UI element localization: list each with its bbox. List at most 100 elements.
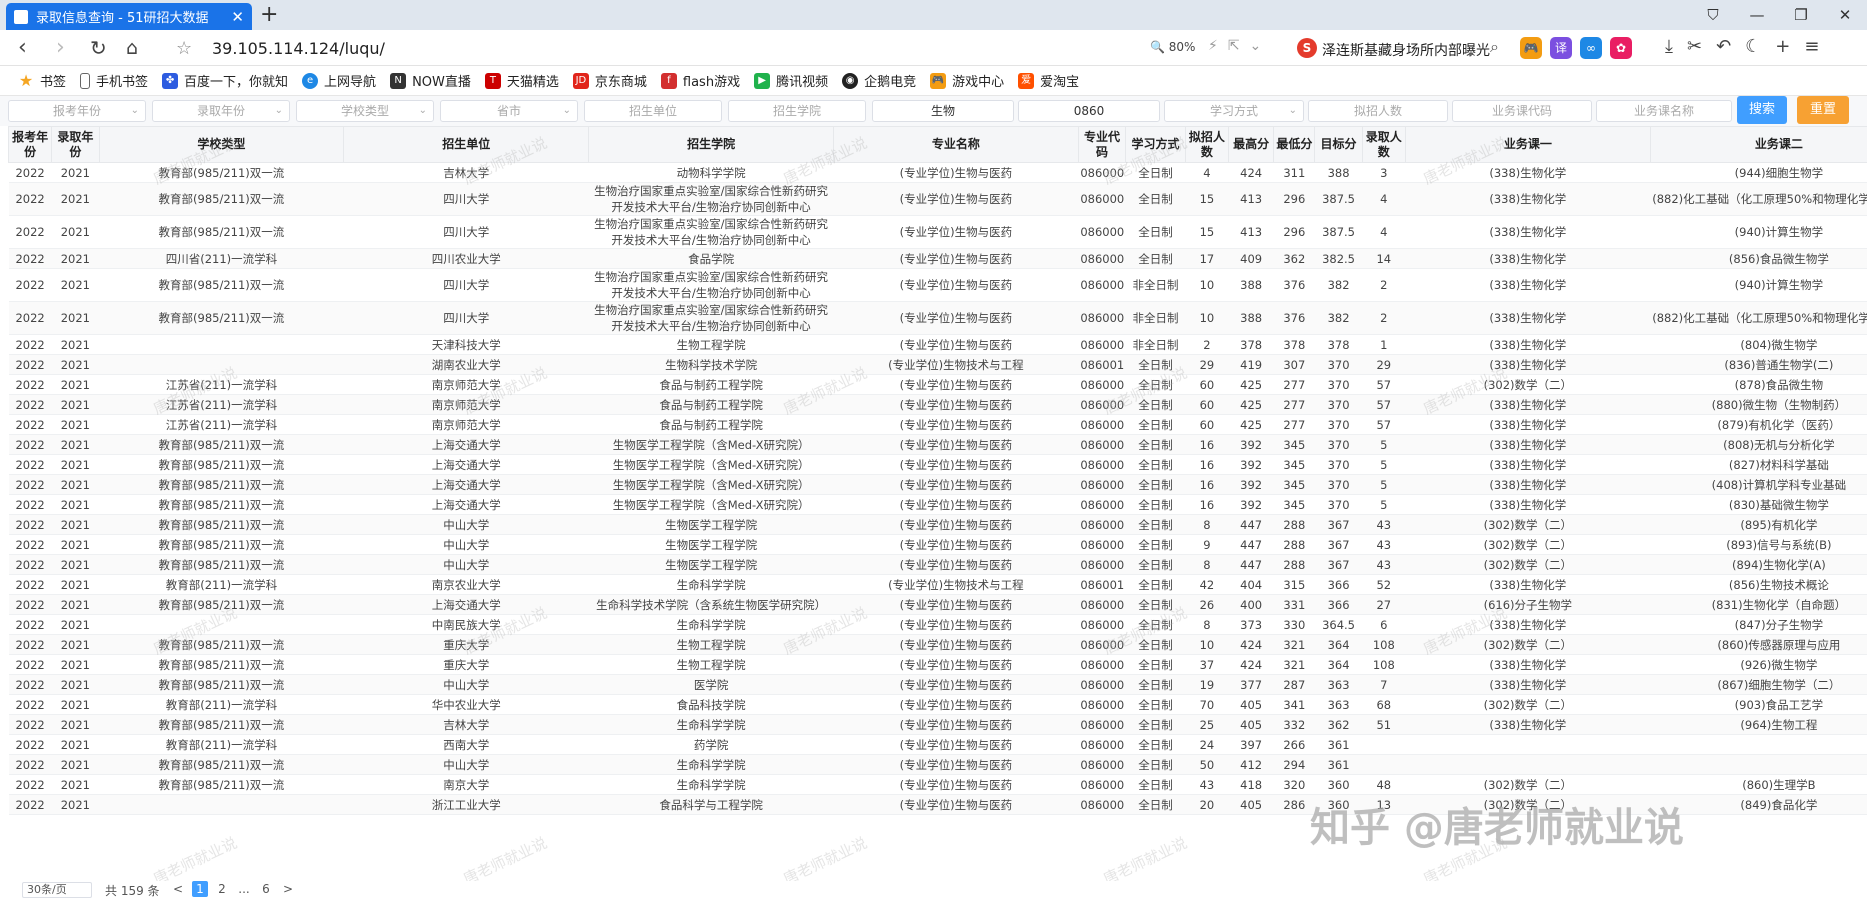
table-row[interactable]: 20222021江苏省(211)一流学科南京师范大学食品与制药工程学院(专业学位… bbox=[9, 375, 1867, 395]
page-size-select[interactable]: 30条/页 bbox=[22, 882, 92, 898]
table-row[interactable]: 20222021教育部(985/211)双一流四川大学生物治疗国家重点实验室/国… bbox=[9, 183, 1867, 216]
bookmark-item[interactable]: JD京东商城 bbox=[573, 71, 647, 90]
column-header[interactable]: 专业代码 bbox=[1078, 127, 1125, 163]
bookmark-item[interactable]: T天猫精选 bbox=[485, 71, 559, 90]
table-row[interactable]: 20222021教育部(985/211)双一流上海交通大学生物医学工程学院（含M… bbox=[9, 475, 1867, 495]
scissors-icon[interactable]: ✂ bbox=[1687, 36, 1702, 57]
tab-active[interactable]: 录取信息查询 - 51研招大数据 ✕ bbox=[6, 3, 252, 30]
reset-button[interactable]: 重置 bbox=[1797, 96, 1849, 124]
table-row[interactable]: 20222021教育部(985/211)双一流四川大学生物治疗国家重点实验室/国… bbox=[9, 269, 1867, 302]
table-row[interactable]: 20222021教育部(985/211)双一流中山大学生物医学工程学院(专业学位… bbox=[9, 535, 1867, 555]
bookmark-star-icon[interactable]: ☆ bbox=[176, 38, 192, 59]
bookmark-item[interactable]: ★书签 bbox=[18, 71, 66, 90]
reload-icon[interactable]: ↻ bbox=[90, 35, 107, 61]
table-row[interactable]: 20222021教育部(985/211)双一流上海交通大学生命科学技术学院（含系… bbox=[9, 595, 1867, 615]
table-row[interactable]: 20222021教育部(985/211)双一流重庆大学生物工程学院(专业学位)生… bbox=[9, 655, 1867, 675]
page-item[interactable]: 2 bbox=[214, 881, 230, 897]
page-item[interactable]: 6 bbox=[258, 881, 274, 897]
menu-icon[interactable]: ≡ bbox=[1804, 36, 1819, 57]
column-header[interactable]: 最低分 bbox=[1274, 127, 1315, 163]
table-row[interactable]: 20222021教育部(985/211)双一流吉林大学生命科学学院(专业学位)生… bbox=[9, 715, 1867, 735]
moon-icon[interactable]: ☾ bbox=[1745, 36, 1761, 57]
table-row[interactable]: 20222021教育部(985/211)双一流吉林大学动物科学学院(专业学位)生… bbox=[9, 163, 1867, 183]
add-icon[interactable]: + bbox=[1775, 36, 1790, 57]
bookmark-item[interactable]: ▶腾讯视频 bbox=[754, 71, 828, 90]
school-type-select[interactable]: 学校类型⌄ bbox=[296, 100, 434, 122]
table-row[interactable]: 20222021教育部(985/211)双一流中山大学生物医学工程学院(专业学位… bbox=[9, 555, 1867, 575]
bookmark-item[interactable]: 手机书签 bbox=[80, 71, 148, 90]
news-ticker[interactable]: 泽连斯基藏身场所内部曝光 bbox=[1322, 40, 1490, 60]
close-window-icon[interactable]: ✕ bbox=[1823, 0, 1867, 30]
table-row[interactable]: 20222021教育部(985/211)双一流中山大学医学院(专业学位)生物与医… bbox=[9, 675, 1867, 695]
table-row[interactable]: 20222021教育部(985/211)双一流上海交通大学生物医学工程学院（含M… bbox=[9, 455, 1867, 475]
province-select[interactable]: 省市⌄ bbox=[440, 100, 578, 122]
column-header[interactable]: 业务课二 bbox=[1650, 127, 1867, 163]
page-item[interactable]: ... bbox=[236, 881, 252, 897]
url-field[interactable]: 39.105.114.124/luqu/ bbox=[212, 39, 385, 58]
table-row[interactable]: 20222021教育部(985/211)双一流四川大学生物治疗国家重点实验室/国… bbox=[9, 216, 1867, 249]
column-header[interactable]: 最高分 bbox=[1229, 127, 1274, 163]
zoom-level[interactable]: 🔍 80% bbox=[1150, 40, 1195, 54]
table-row[interactable]: 20222021江苏省(211)一流学科南京师范大学食品与制药工程学院(专业学位… bbox=[9, 395, 1867, 415]
column-header[interactable]: 拟招人数 bbox=[1185, 127, 1228, 163]
column-header[interactable]: 招生学院 bbox=[589, 127, 834, 163]
bookmark-item[interactable]: NNOW直播 bbox=[390, 71, 471, 90]
close-tab-icon[interactable]: ✕ bbox=[231, 8, 244, 26]
bookmark-item[interactable]: ✤百度一下，你就知 bbox=[162, 71, 288, 90]
column-header[interactable]: 学校类型 bbox=[99, 127, 344, 163]
search-engine-icon[interactable]: S bbox=[1297, 38, 1317, 58]
study-mode-select[interactable]: 学习方式⌄ bbox=[1164, 100, 1304, 122]
bookmark-item[interactable]: e上网导航 bbox=[302, 71, 376, 90]
page-action-icons[interactable]: ⚡⇱⌄ bbox=[1208, 38, 1271, 54]
column-header[interactable]: 录取人数 bbox=[1362, 127, 1405, 163]
table-row[interactable]: 20222021中南民族大学生命科学学院(专业学位)生物与医药086000全日制… bbox=[9, 615, 1867, 635]
table-row[interactable]: 20222021教育部(211)一流学科华中农业大学食品科技学院(专业学位)生物… bbox=[9, 695, 1867, 715]
column-header[interactable]: 学习方式 bbox=[1126, 127, 1186, 163]
restore-icon[interactable]: ❐ bbox=[1779, 0, 1823, 30]
table-row[interactable]: 20222021湖南农业大学生物科学技术学院(专业学位)生物技术与工程08600… bbox=[9, 355, 1867, 375]
bookmark-item[interactable]: fflash游戏 bbox=[661, 71, 740, 90]
table-row[interactable]: 20222021教育部(985/211)双一流重庆大学生物工程学院(专业学位)生… bbox=[9, 635, 1867, 655]
table-row[interactable]: 20222021教育部(985/211)双一流南京大学生命科学学院(专业学位)生… bbox=[9, 775, 1867, 795]
back-icon[interactable]: ‹ bbox=[18, 35, 27, 61]
major-name-input[interactable]: 生物 bbox=[872, 100, 1014, 122]
infinity-extension-icon[interactable]: ∞ bbox=[1580, 37, 1602, 59]
bookmark-item[interactable]: 🎮游戏中心 bbox=[930, 71, 1004, 90]
new-tab-icon[interactable]: + bbox=[260, 2, 278, 27]
table-row[interactable]: 20222021教育部(985/211)双一流中山大学生命科学学院(专业学位)生… bbox=[9, 755, 1867, 775]
results-table-container[interactable]: 报考年份录取年份学校类型招生单位招生学院专业名称专业代码学习方式拟招人数最高分最… bbox=[8, 126, 1867, 881]
column-header[interactable]: 报考年份 bbox=[9, 127, 52, 163]
undo-icon[interactable]: ↶ bbox=[1716, 36, 1731, 57]
table-row[interactable]: 20222021江苏省(211)一流学科南京师范大学食品与制药工程学院(专业学位… bbox=[9, 415, 1867, 435]
college-input[interactable]: 招生学院 bbox=[728, 100, 866, 122]
page-item[interactable]: 1 bbox=[192, 881, 208, 897]
table-row[interactable]: 20222021教育部(211)一流学科南京农业大学生命科学学院(专业学位)生物… bbox=[9, 575, 1867, 595]
game-extension-icon[interactable]: 🎮 bbox=[1520, 37, 1542, 59]
bookmark-item[interactable]: 爱爱淘宝 bbox=[1018, 71, 1079, 90]
table-row[interactable]: 20222021教育部(211)一流学科西南大学药学院(专业学位)生物与医药08… bbox=[9, 735, 1867, 755]
unit-input[interactable]: 招生单位 bbox=[584, 100, 722, 122]
course-code-input[interactable]: 业务课代码 bbox=[1452, 100, 1592, 122]
column-header[interactable]: 专业名称 bbox=[834, 127, 1079, 163]
column-header[interactable]: 招生单位 bbox=[344, 127, 589, 163]
bookmark-item[interactable]: ◉企鹅电竞 bbox=[842, 71, 916, 90]
column-header[interactable]: 目标分 bbox=[1315, 127, 1362, 163]
table-row[interactable]: 20222021教育部(985/211)双一流中山大学生物医学工程学院(专业学位… bbox=[9, 515, 1867, 535]
exam-year-select[interactable]: 报考年份⌄ bbox=[8, 100, 146, 122]
download-icon[interactable]: ⤓ bbox=[1665, 36, 1673, 57]
home-icon[interactable]: ⌂ bbox=[126, 35, 138, 61]
column-header[interactable]: 业务课一 bbox=[1405, 127, 1650, 163]
table-row[interactable]: 20222021教育部(985/211)双一流上海交通大学生物医学工程学院（含M… bbox=[9, 435, 1867, 455]
column-header[interactable]: 录取年份 bbox=[52, 127, 99, 163]
search-button[interactable]: 搜索 bbox=[1737, 96, 1787, 124]
forward-icon[interactable]: › bbox=[56, 35, 65, 61]
translate-extension-icon[interactable]: 译 bbox=[1550, 37, 1572, 59]
pink-extension-icon[interactable]: ✿ bbox=[1610, 37, 1632, 59]
page-item[interactable]: < bbox=[170, 881, 186, 897]
table-row[interactable]: 20222021天津科技大学生物工程学院(专业学位)生物与医药086000非全日… bbox=[9, 335, 1867, 355]
table-row[interactable]: 20222021四川省(211)一流学科四川农业大学食品学院(专业学位)生物与医… bbox=[9, 249, 1867, 269]
admit-year-select[interactable]: 录取年份⌄ bbox=[152, 100, 290, 122]
course-name-input[interactable]: 业务课名称 bbox=[1596, 100, 1732, 122]
table-row[interactable]: 20222021教育部(985/211)双一流四川大学生物治疗国家重点实验室/国… bbox=[9, 302, 1867, 335]
major-code-input[interactable]: 0860 bbox=[1018, 100, 1160, 122]
